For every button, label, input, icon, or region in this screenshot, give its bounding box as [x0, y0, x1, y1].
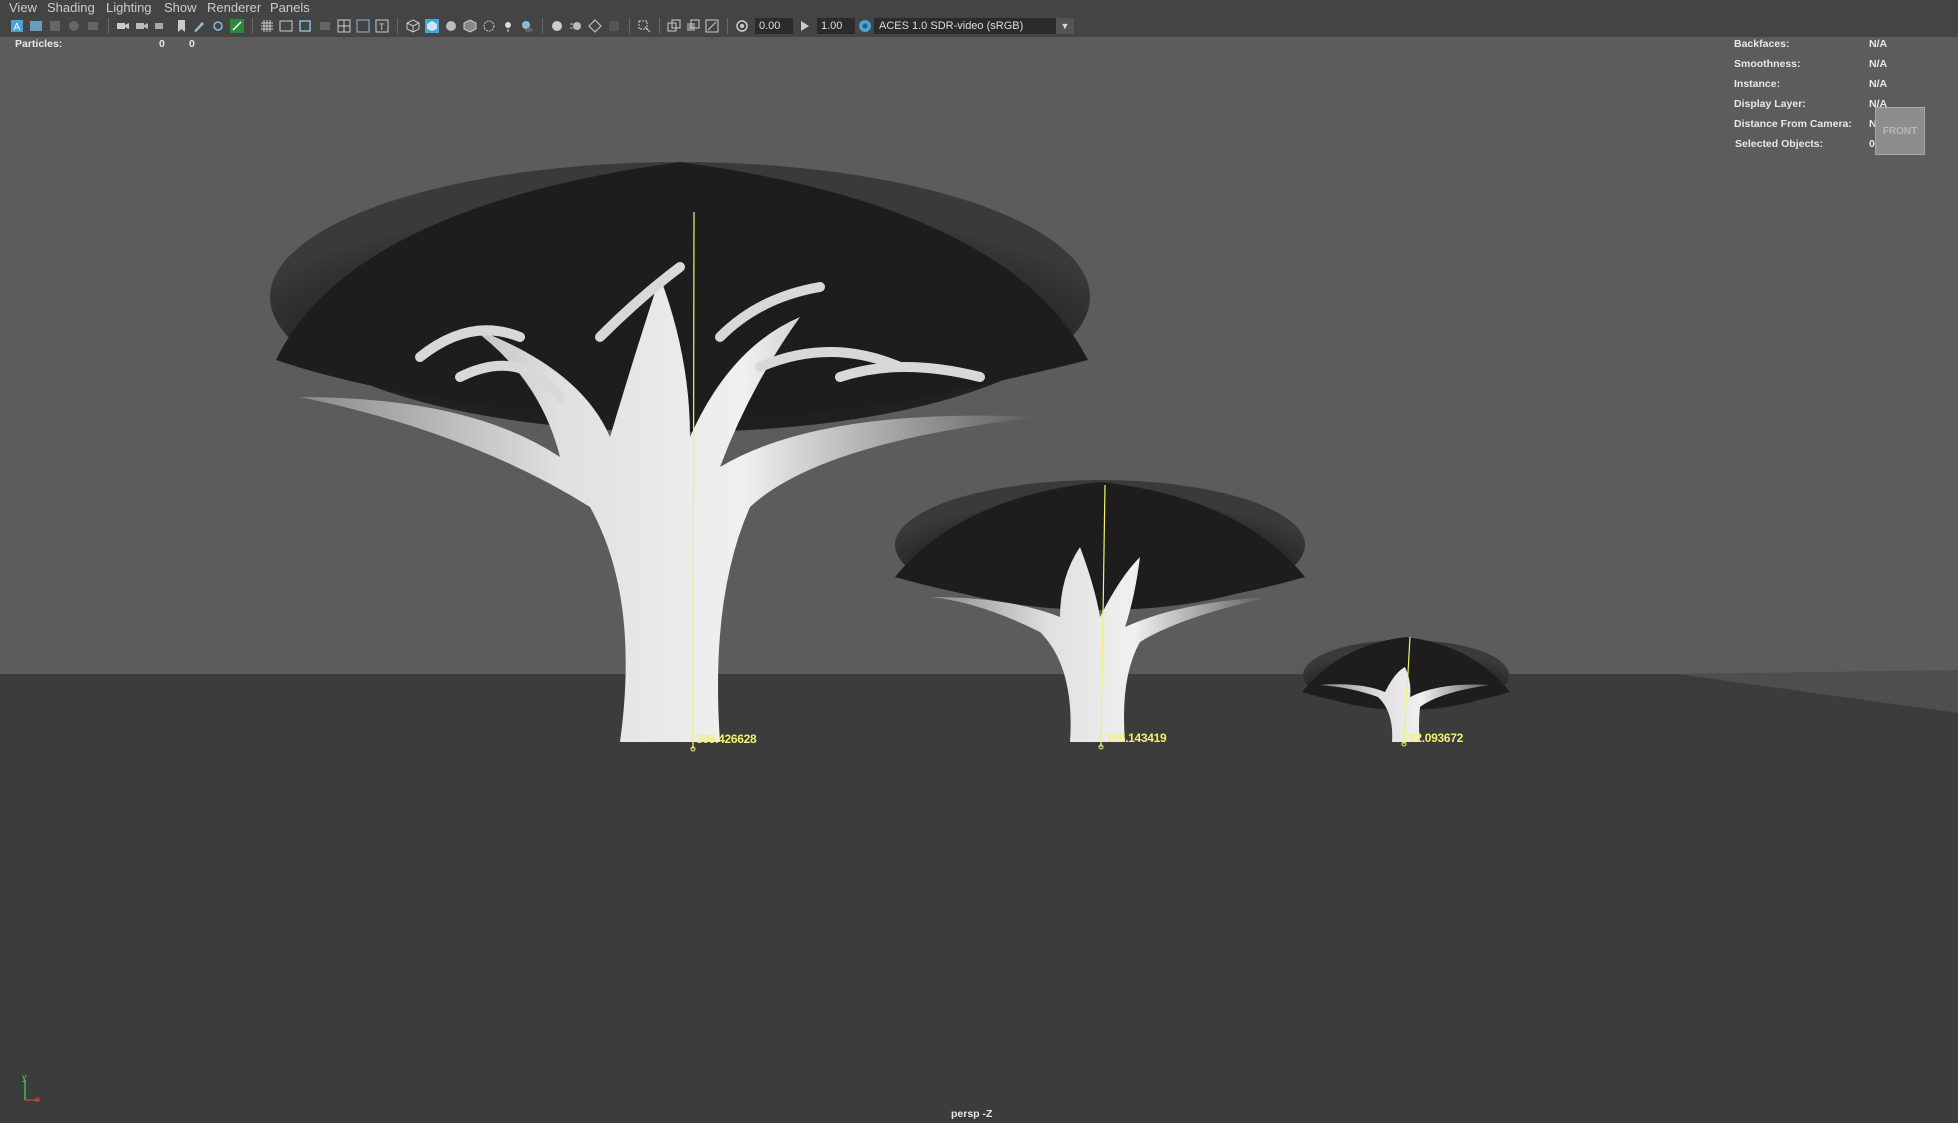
- backface-culling-icon[interactable]: [705, 19, 719, 33]
- isolate-select-icon[interactable]: [637, 19, 651, 33]
- separator: [108, 18, 109, 34]
- resolution-gate-icon[interactable]: [298, 19, 312, 33]
- svg-text:T: T: [379, 22, 385, 32]
- hud-selected-value: 0: [1869, 138, 1875, 150]
- hud-smoothness-value: N/A: [1869, 58, 1888, 70]
- hud-particles-value-1: 0: [159, 38, 165, 50]
- lights-icon[interactable]: [501, 19, 515, 33]
- ambient-occlusion-icon[interactable]: [550, 19, 564, 33]
- wireframe-icon[interactable]: [406, 19, 420, 33]
- menu-lighting[interactable]: Lighting: [106, 0, 152, 15]
- hud-smoothness-label: Smoothness:: [1734, 58, 1801, 70]
- camera-icon[interactable]: [116, 19, 130, 33]
- hud-particles-value-2: 0: [189, 38, 195, 50]
- menu-renderer[interactable]: Renderer: [207, 0, 261, 15]
- bookmark-icon[interactable]: [48, 19, 62, 33]
- safe-action-icon[interactable]: [356, 19, 370, 33]
- gamma-icon[interactable]: [798, 19, 812, 33]
- camera-lock-icon[interactable]: [135, 19, 149, 33]
- gate-mask-toggle-icon[interactable]: [318, 19, 332, 33]
- manipulator-icon[interactable]: [230, 19, 244, 33]
- ground-plane: [0, 674, 1958, 1123]
- measure-label-3: 82.093672: [1409, 731, 1464, 745]
- wireframe-on-shaded-icon[interactable]: [463, 19, 477, 33]
- motion-blur-icon[interactable]: [569, 19, 583, 33]
- menu-panels[interactable]: Panels: [270, 0, 310, 15]
- camera-attributes-icon[interactable]: [29, 19, 43, 33]
- hud-backfaces-value: N/A: [1869, 38, 1888, 50]
- hud-particles-label: Particles:: [15, 38, 63, 50]
- view-cube[interactable]: FRONT: [1875, 107, 1925, 155]
- default-material-icon[interactable]: [444, 19, 458, 33]
- gamma-field[interactable]: 1.00: [817, 18, 855, 34]
- smooth-shade-icon[interactable]: [425, 19, 439, 33]
- separator: [252, 18, 253, 34]
- scene-canvas: x y: [0, 37, 1958, 1123]
- measure-label-2: 165.143419: [1106, 731, 1167, 745]
- svg-text:x: x: [35, 1094, 40, 1104]
- hud-backfaces-label: Backfaces:: [1734, 38, 1790, 50]
- menu-show[interactable]: Show: [164, 0, 197, 15]
- xray-active-icon[interactable]: [686, 19, 700, 33]
- hud-instance-label: Instance:: [1734, 78, 1781, 90]
- separator: [542, 18, 543, 34]
- xray-icon[interactable]: [482, 19, 496, 33]
- image-plane-icon[interactable]: [67, 19, 81, 33]
- svg-text:y: y: [22, 1072, 27, 1082]
- measure-label-1: 309.426628: [696, 732, 757, 746]
- exposure-field[interactable]: 0.00: [755, 18, 793, 34]
- hud-display-layer-label: Display Layer:: [1734, 98, 1806, 110]
- hud-selected-label: Selected Objects:: [1735, 138, 1824, 150]
- color-space-dropdown[interactable]: ACES 1.0 SDR-video (sRGB): [874, 18, 1074, 34]
- gate-mask-icon[interactable]: [211, 19, 225, 33]
- select-camera-icon[interactable]: A: [10, 19, 24, 33]
- anti-aliasing-icon[interactable]: [588, 19, 602, 33]
- shadows-icon[interactable]: [520, 19, 534, 33]
- menu-shading[interactable]: Shading: [47, 0, 95, 15]
- chevron-down-icon[interactable]: ▼: [1056, 18, 1074, 34]
- film-gate-icon[interactable]: [279, 19, 293, 33]
- camera-attr-icon[interactable]: [154, 19, 168, 33]
- two-d-pan-icon[interactable]: [86, 19, 100, 33]
- view-transform-icon[interactable]: [858, 19, 872, 33]
- viewport-3d[interactable]: x y Particles: 0 0 Backfaces: N/A Smooth…: [0, 37, 1958, 1123]
- field-chart-icon[interactable]: [337, 19, 351, 33]
- exposure-icon[interactable]: [735, 19, 749, 33]
- grid-icon[interactable]: [260, 19, 274, 33]
- depth-of-field-icon[interactable]: [607, 19, 621, 33]
- panel-toolbar: A T 0.00 1.00 ACES 1.0 SDR-video (sRGB) …: [0, 15, 1958, 37]
- svg-text:A: A: [14, 22, 21, 33]
- bookmark-flag-icon[interactable]: [174, 19, 188, 33]
- hud-distance-label: Distance From Camera:: [1734, 118, 1852, 130]
- separator: [659, 18, 660, 34]
- separator: [397, 18, 398, 34]
- safe-title-icon[interactable]: T: [375, 19, 389, 33]
- menu-view[interactable]: View: [9, 0, 37, 15]
- separator: [727, 18, 728, 34]
- menu-bar: View Shading Lighting Show Renderer Pane…: [0, 0, 1958, 15]
- hud-instance-value: N/A: [1869, 78, 1888, 90]
- xray-joints-icon[interactable]: [667, 19, 681, 33]
- grease-pencil-icon[interactable]: [192, 19, 206, 33]
- separator: [629, 18, 630, 34]
- camera-name-label: persp -Z: [951, 1108, 993, 1120]
